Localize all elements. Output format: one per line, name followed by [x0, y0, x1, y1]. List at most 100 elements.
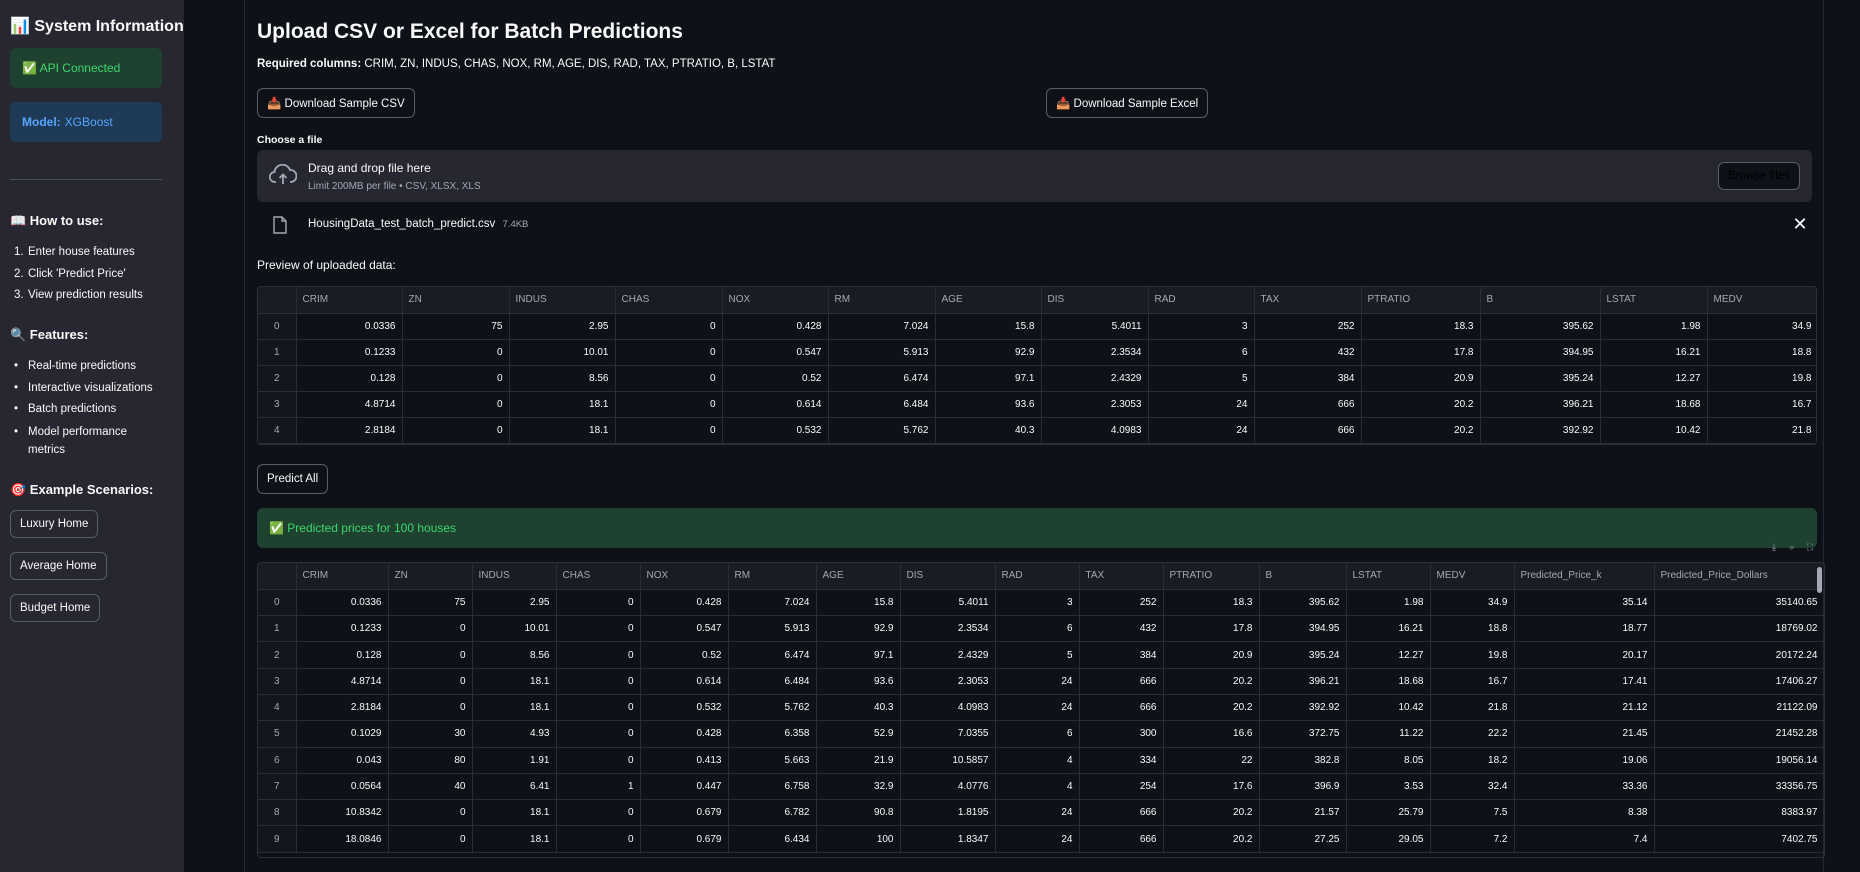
table-cell[interactable]: 252: [1254, 313, 1362, 340]
table-cell[interactable]: 10.01: [472, 615, 557, 643]
column-header[interactable]: PTRATIO: [1163, 563, 1260, 590]
column-header[interactable]: INDUS: [509, 287, 616, 314]
row-index[interactable]: 9: [258, 825, 297, 853]
table-cell[interactable]: 20.2: [1163, 668, 1260, 695]
table-cell[interactable]: 40.3: [935, 417, 1042, 444]
table-cell[interactable]: 7.2: [1430, 825, 1515, 853]
table-cell[interactable]: 8.38: [1514, 799, 1655, 827]
row-index[interactable]: 6: [258, 747, 297, 774]
table-row[interactable]: 4 2.8184 0 18.1 0 0.532 5.762 40.3 4.0983 24 666 20…: [258, 417, 1816, 444]
table-cell[interactable]: 18.2: [1430, 747, 1515, 774]
table-cell[interactable]: 24: [995, 694, 1080, 722]
table-cell[interactable]: 396.21: [1480, 391, 1601, 418]
table-cell[interactable]: 35.14: [1514, 589, 1655, 617]
table-cell[interactable]: 17406.27: [1654, 668, 1824, 695]
preview-table[interactable]: CRIM ZN INDUS CHAS NOX RM AGE DIS RAD TAX PTRATIO B…: [257, 286, 1817, 445]
table-cell[interactable]: 18.0846: [296, 825, 389, 853]
table-cell[interactable]: 5.762: [728, 694, 817, 722]
table-cell[interactable]: 4.93: [472, 720, 557, 748]
table-cell[interactable]: 90.8: [816, 799, 901, 827]
row-index[interactable]: 3: [258, 668, 297, 695]
table-cell[interactable]: 1.98: [1346, 589, 1431, 617]
table-cell[interactable]: 24: [1148, 391, 1255, 418]
table-cell[interactable]: 19056.14: [1654, 747, 1824, 774]
table-cell[interactable]: 6.41: [472, 773, 557, 801]
table-cell[interactable]: 2.4329: [1041, 365, 1149, 392]
table-cell[interactable]: 20.17: [1514, 641, 1655, 669]
table-cell[interactable]: 52.9: [816, 720, 901, 748]
table-cell[interactable]: 16.6: [1163, 720, 1260, 748]
table-row[interactable]: 2 0.128 0 8.56 0 0.52 6.474 97.1 2.4329 5 384 20.9 3…: [258, 365, 1816, 392]
table-row[interactable]: 3 4.8714 0 18.1 0 0.614 6.484 93.6 2.3053 24 666 20…: [258, 391, 1816, 418]
table-cell[interactable]: 10.8342: [296, 799, 389, 827]
table-row[interactable]: 7 0.0564 40 6.41 1 0.447 6.758 32.9 4.0776 4 254 17…: [258, 773, 1824, 801]
row-index[interactable]: 4: [258, 417, 297, 444]
predict-all-button[interactable]: Predict All: [257, 464, 329, 494]
table-cell[interactable]: 0: [556, 825, 641, 853]
table-cell[interactable]: 8383.97: [1654, 799, 1824, 827]
table-row[interactable]: 1 0.1233 0 10.01 0 0.547 5.913 92.9 2.3534 6 432 17…: [258, 339, 1816, 366]
table-cell[interactable]: 6: [995, 720, 1080, 748]
row-index[interactable]: 0: [258, 589, 297, 617]
table-cell[interactable]: 432: [1079, 615, 1164, 643]
table-cell[interactable]: 17.8: [1361, 339, 1481, 366]
table-cell[interactable]: 18.1: [472, 694, 557, 722]
budget-home-button[interactable]: Budget Home: [10, 594, 101, 622]
table-cell[interactable]: 7.4: [1514, 825, 1655, 853]
table-row[interactable]: 3 4.8714 0 18.1 0 0.614 6.484 93.6 2.3053 24 666 20…: [258, 668, 1824, 695]
table-cell[interactable]: 32.9: [816, 773, 901, 801]
table-cell[interactable]: 666: [1079, 799, 1164, 827]
table-cell[interactable]: 5.4011: [1041, 313, 1149, 340]
table-cell[interactable]: 372.75: [1259, 720, 1347, 748]
table-cell[interactable]: 18.1: [509, 391, 616, 418]
column-header[interactable]: B: [1259, 563, 1347, 590]
table-cell[interactable]: 21.45: [1514, 720, 1655, 748]
table-cell[interactable]: 20.2: [1163, 825, 1260, 853]
table-cell[interactable]: 0.428: [640, 589, 729, 617]
table-cell[interactable]: 24: [1148, 417, 1255, 444]
table-cell[interactable]: 18.1: [509, 417, 616, 444]
table-cell[interactable]: 5.663: [728, 747, 817, 774]
table-cell[interactable]: 21122.09: [1654, 694, 1824, 722]
column-header[interactable]: LSTAT: [1346, 563, 1431, 590]
table-cell[interactable]: 16.7: [1430, 668, 1515, 695]
table-cell[interactable]: 6.358: [728, 720, 817, 748]
table-cell[interactable]: 18.68: [1600, 391, 1708, 418]
table-cell[interactable]: 18.1: [472, 825, 557, 853]
table-cell[interactable]: 396.21: [1259, 668, 1347, 695]
table-cell[interactable]: 300: [1079, 720, 1164, 748]
table-cell[interactable]: 0: [615, 417, 723, 444]
column-header[interactable]: B: [1480, 287, 1601, 314]
table-cell[interactable]: 21.9: [816, 747, 901, 774]
table-cell[interactable]: 6.484: [828, 391, 936, 418]
table-cell[interactable]: 24: [995, 825, 1080, 853]
table-cell[interactable]: 0: [388, 615, 473, 643]
table-cell[interactable]: 2.95: [509, 313, 616, 340]
table-cell[interactable]: 18.1: [472, 668, 557, 695]
column-header[interactable]: ZN: [402, 287, 510, 314]
table-cell[interactable]: 19.8: [1430, 641, 1515, 669]
table-cell[interactable]: 0: [556, 720, 641, 748]
table-cell[interactable]: 0.679: [640, 825, 729, 853]
table-cell[interactable]: 19.8: [1707, 365, 1816, 392]
table-cell[interactable]: 34.9: [1707, 313, 1816, 340]
table-cell[interactable]: 5.762: [828, 417, 936, 444]
table-cell[interactable]: 2.3053: [900, 668, 996, 695]
table-cell[interactable]: 20.9: [1361, 365, 1481, 392]
table-cell[interactable]: 100: [816, 825, 901, 853]
table-cell[interactable]: 40.3: [816, 694, 901, 722]
table-cell[interactable]: 0: [615, 365, 723, 392]
table-cell[interactable]: 15.8: [816, 589, 901, 617]
luxury-home-button[interactable]: Luxury Home: [10, 510, 99, 538]
table-cell[interactable]: 4.8714: [296, 391, 403, 418]
table-cell[interactable]: 0: [402, 339, 510, 366]
column-header[interactable]: NOX: [640, 563, 729, 590]
table-cell[interactable]: 0: [556, 589, 641, 617]
table-cell[interactable]: 0: [556, 668, 641, 695]
table-cell[interactable]: 0: [615, 391, 723, 418]
table-cell[interactable]: 6.782: [728, 799, 817, 827]
column-header[interactable]: Predicted_Price_k: [1514, 563, 1655, 590]
column-header[interactable]: MEDV: [1430, 563, 1515, 590]
table-cell[interactable]: 18.77: [1514, 615, 1655, 643]
table-cell[interactable]: 18.3: [1361, 313, 1481, 340]
